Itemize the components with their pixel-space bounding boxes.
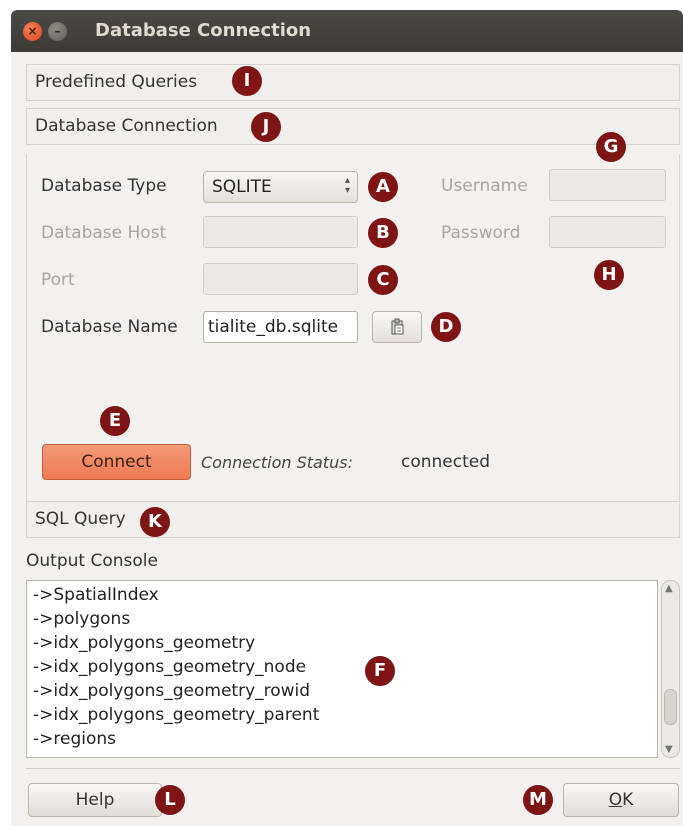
database-type-value: SQLITE bbox=[212, 177, 272, 197]
marker-k: K bbox=[140, 507, 170, 537]
output-console-label: Output Console bbox=[26, 551, 158, 571]
panel-database-connection[interactable]: Database Connection bbox=[26, 108, 680, 145]
marker-f: F bbox=[365, 656, 395, 686]
scrollbar-thumb[interactable] bbox=[664, 689, 677, 725]
paste-icon bbox=[391, 318, 404, 335]
marker-a: A bbox=[368, 172, 398, 202]
panel-sql-query-label: SQL Query bbox=[35, 509, 126, 529]
ok-mnemonic: O bbox=[608, 790, 623, 810]
console-line: ->idx_polygons_geometry_node bbox=[33, 657, 307, 677]
console-lines: ->SpatialIndex ->polygons ->idx_polygons_g… bbox=[27, 581, 657, 751]
marker-d: D bbox=[431, 312, 461, 342]
database-type-select[interactable]: SQLITE ▴ ▾ bbox=[203, 171, 358, 203]
marker-e: E bbox=[100, 406, 130, 436]
connection-status-label: Connection Status: bbox=[201, 453, 353, 472]
scroll-down-icon[interactable]: ▼ bbox=[665, 744, 673, 755]
marker-j: J bbox=[251, 112, 281, 142]
marker-b: B bbox=[368, 218, 398, 248]
database-type-label: Database Type bbox=[41, 176, 167, 196]
password-label: Password bbox=[441, 223, 521, 243]
marker-c: C bbox=[368, 265, 398, 295]
panel-sql-query[interactable]: SQL Query bbox=[26, 501, 680, 538]
marker-l: L bbox=[155, 785, 185, 815]
console-line: ->idx_polygons_geometry_rowid bbox=[33, 681, 311, 701]
database-host-label: Database Host bbox=[41, 223, 167, 243]
database-host-field[interactable] bbox=[203, 216, 358, 248]
spinner-arrows-icon: ▴ ▾ bbox=[344, 175, 350, 196]
marker-m: M bbox=[523, 785, 553, 815]
browse-button[interactable] bbox=[372, 311, 422, 343]
database-name-label: Database Name bbox=[41, 317, 178, 337]
minimize-icon[interactable]: – bbox=[48, 22, 67, 41]
marker-h: H bbox=[594, 260, 624, 290]
console-line: ->SpatialIndex bbox=[33, 585, 159, 605]
connection-status-value: connected bbox=[401, 452, 491, 472]
scroll-up-icon[interactable]: ▲ bbox=[665, 583, 673, 594]
panel-database-connection-label: Database Connection bbox=[35, 116, 218, 136]
database-connection-dialog: × – Database Connection Predefined Queri… bbox=[11, 10, 683, 826]
port-label: Port bbox=[41, 270, 75, 290]
close-icon[interactable]: × bbox=[23, 22, 42, 41]
output-console[interactable]: ->SpatialIndex ->polygons ->idx_polygons_g… bbox=[26, 580, 658, 758]
help-button[interactable]: Help bbox=[28, 783, 162, 817]
port-field[interactable] bbox=[203, 263, 358, 295]
console-line: ->idx_polygons_geometry bbox=[33, 633, 256, 653]
console-line: ->regions bbox=[33, 729, 116, 749]
console-scrollbar[interactable]: ▲ ▼ bbox=[661, 580, 680, 758]
panel-predefined-queries[interactable]: Predefined Queries bbox=[26, 64, 680, 101]
password-field[interactable] bbox=[549, 216, 666, 248]
ok-label-rest: K bbox=[622, 790, 634, 810]
ok-button[interactable]: OK bbox=[563, 783, 679, 817]
console-line: ->polygons bbox=[33, 609, 131, 629]
connect-button[interactable]: Connect bbox=[42, 444, 191, 480]
username-field[interactable] bbox=[549, 169, 666, 201]
panel-predefined-queries-label: Predefined Queries bbox=[35, 72, 198, 92]
marker-g: G bbox=[596, 132, 626, 162]
title-bar: × – Database Connection bbox=[11, 10, 683, 52]
window-title: Database Connection bbox=[95, 20, 312, 41]
console-line: ->idx_polygons_geometry_parent bbox=[33, 705, 320, 725]
marker-i: I bbox=[232, 66, 262, 96]
database-name-field[interactable]: tialite_db.sqlite bbox=[203, 311, 358, 343]
footer-divider bbox=[26, 768, 680, 769]
username-label: Username bbox=[441, 176, 528, 196]
